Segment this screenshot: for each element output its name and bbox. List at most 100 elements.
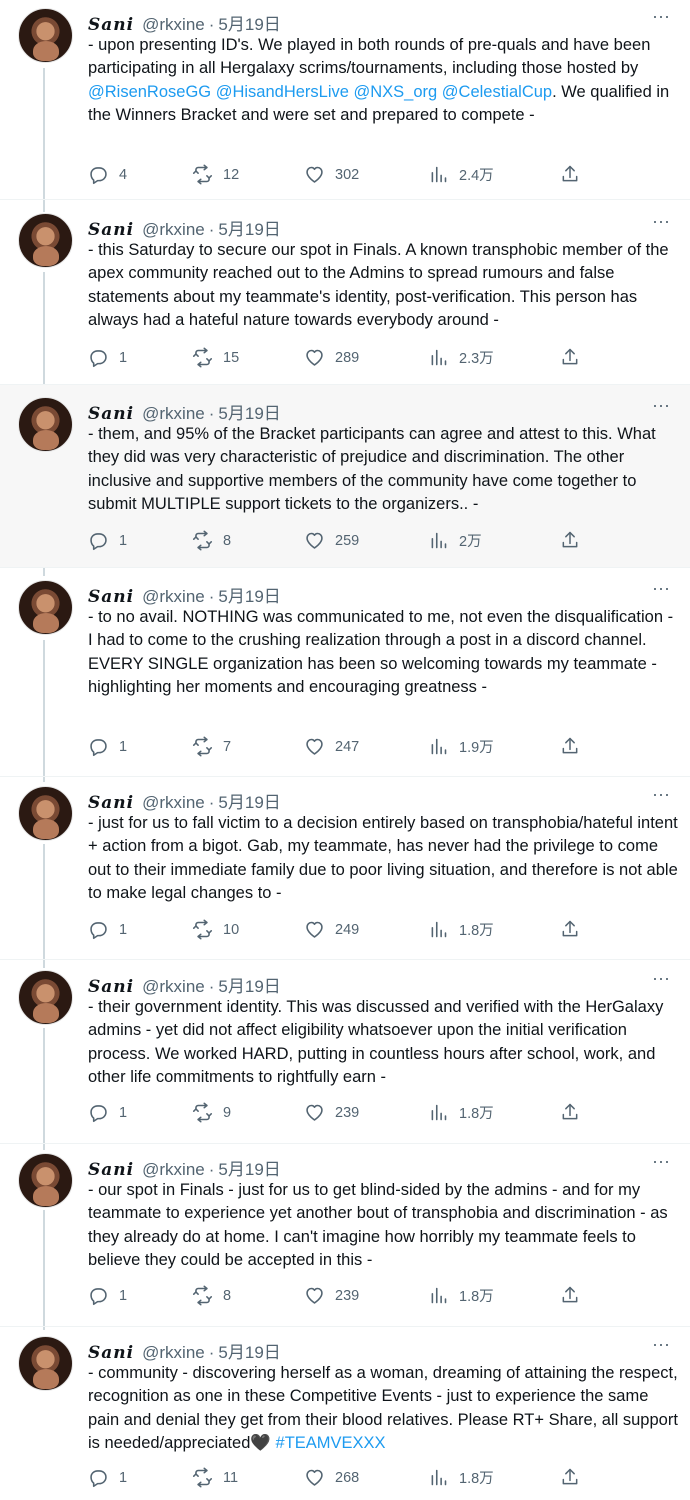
share-button[interactable] [560,530,580,550]
views-button[interactable]: 1.8万 [428,1102,494,1123]
display-name[interactable]: Sani [88,793,134,813]
timestamp[interactable]: 5月19日 [218,1338,280,1363]
more-options-icon[interactable]: ··· [650,785,672,808]
like-button[interactable]: 239 [304,1285,359,1306]
display-name[interactable]: Sani [88,977,134,997]
display-name[interactable]: Sani [88,587,134,607]
user-handle[interactable]: @rkxine [142,977,205,997]
like-button[interactable]: 289 [304,347,359,368]
tweet[interactable]: Sani @rkxine · 5月19日 ··· - them, and 95%… [0,385,690,568]
retweet-button[interactable]: 10 [192,919,239,940]
view-count: 1.8万 [459,923,494,939]
display-name[interactable]: Sani [88,1343,134,1363]
share-button[interactable] [560,1467,580,1487]
views-button[interactable]: 1.8万 [428,919,494,940]
separator: · [208,977,215,996]
timestamp[interactable]: 5月19日 [218,972,280,997]
views-button[interactable]: 2.4万 [428,164,494,185]
user-handle[interactable]: @rkxine [142,15,205,35]
mention-links[interactable]: @RisenRoseGG @HisandHersLive @NXS_org @C… [88,83,552,101]
display-name[interactable]: Sani [88,15,134,35]
tweet-text: - community - discovering herself as a w… [88,1362,678,1455]
display-name[interactable]: Sani [88,404,134,424]
views-button[interactable]: 1.9万 [428,736,494,757]
timestamp[interactable]: 5月19日 [218,10,280,35]
tweet[interactable]: Sani @rkxine · 5月19日 ··· - upon presenti… [0,0,690,200]
reply-button[interactable]: 4 [88,164,127,185]
like-button[interactable]: 239 [304,1102,359,1123]
retweet-button[interactable]: 12 [192,164,239,185]
share-button[interactable] [560,919,580,939]
views-chart-icon [431,166,447,183]
like-button[interactable]: 302 [304,164,359,185]
timestamp[interactable]: 5月19日 [218,788,280,813]
user-handle[interactable]: @rkxine [142,220,205,240]
views-button[interactable]: 1.8万 [428,1467,494,1488]
timestamp[interactable]: 5月19日 [218,399,280,424]
tweet[interactable]: Sani @rkxine · 5月19日 ··· - their governm… [0,962,690,1144]
timestamp[interactable]: 5月19日 [218,215,280,240]
share-button[interactable] [560,1285,580,1305]
more-options-icon[interactable]: ··· [650,396,672,419]
like-button[interactable]: 259 [304,530,359,551]
tweet[interactable]: Sani @rkxine · 5月19日 ··· - just for us t… [0,778,690,960]
like-button[interactable]: 249 [304,919,359,940]
retweet-button[interactable]: 15 [192,347,239,368]
user-handle[interactable]: @rkxine [142,404,205,424]
reply-button[interactable]: 1 [88,1467,127,1488]
share-button[interactable] [560,347,580,367]
reply-button[interactable]: 1 [88,736,127,757]
view-count: 1.9万 [459,740,494,756]
views-chart-icon [431,921,447,938]
retweet-button[interactable]: 7 [192,736,231,757]
share-button[interactable] [560,736,580,756]
reply-button[interactable]: 1 [88,1102,127,1123]
more-options-icon[interactable]: ··· [650,7,672,30]
reply-count: 1 [119,921,128,938]
avatar[interactable] [18,580,73,635]
avatar[interactable] [18,8,73,63]
avatar[interactable] [18,213,73,268]
avatar[interactable] [18,970,73,1025]
more-options-icon[interactable]: ··· [650,1335,672,1358]
retweet-button[interactable]: 11 [192,1467,238,1488]
retweet-count: 11 [223,1469,239,1486]
avatar[interactable] [18,1336,73,1391]
views-button[interactable]: 2.3万 [428,347,494,368]
timestamp[interactable]: 5月19日 [218,582,280,607]
hashtag-link[interactable]: #TEAMVEXXX [276,1434,386,1452]
user-handle[interactable]: @rkxine [142,1160,205,1180]
tweet[interactable]: Sani @rkxine · 5月19日 ··· - this Saturday… [0,205,690,385]
like-button[interactable]: 247 [304,736,359,757]
tweet[interactable]: Sani @rkxine · 5月19日 ··· - to no avail. … [0,572,690,777]
more-options-icon[interactable]: ··· [650,969,672,992]
avatar[interactable] [18,1153,73,1208]
views-button[interactable]: 1.8万 [428,1285,494,1306]
more-options-icon[interactable]: ··· [650,579,672,602]
share-button[interactable] [560,1102,580,1122]
display-name[interactable]: Sani [88,1160,134,1180]
reply-button[interactable]: 1 [88,919,127,940]
retweet-button[interactable]: 9 [192,1102,231,1123]
avatar[interactable] [18,786,73,841]
share-button[interactable] [560,164,580,184]
tweet[interactable]: Sani @rkxine · 5月19日 ··· - our spot in F… [0,1145,690,1327]
tweet[interactable]: Sani @rkxine · 5月19日 ··· - community - d… [0,1328,690,1500]
views-button[interactable]: 2万 [428,530,482,551]
reply-button[interactable]: 1 [88,530,127,551]
timestamp[interactable]: 5月19日 [218,1155,280,1180]
user-handle[interactable]: @rkxine [142,587,205,607]
retweet-icon [192,347,213,368]
views-chart-icon [431,532,447,549]
retweet-button[interactable]: 8 [192,530,231,551]
more-options-icon[interactable]: ··· [650,212,672,235]
reply-button[interactable]: 1 [88,1285,127,1306]
like-button[interactable]: 268 [304,1467,359,1488]
avatar[interactable] [18,397,73,452]
retweet-button[interactable]: 8 [192,1285,231,1306]
user-handle[interactable]: @rkxine [142,793,205,813]
display-name[interactable]: Sani [88,220,134,240]
user-handle[interactable]: @rkxine [142,1343,205,1363]
more-options-icon[interactable]: ··· [650,1152,672,1175]
reply-button[interactable]: 1 [88,347,127,368]
